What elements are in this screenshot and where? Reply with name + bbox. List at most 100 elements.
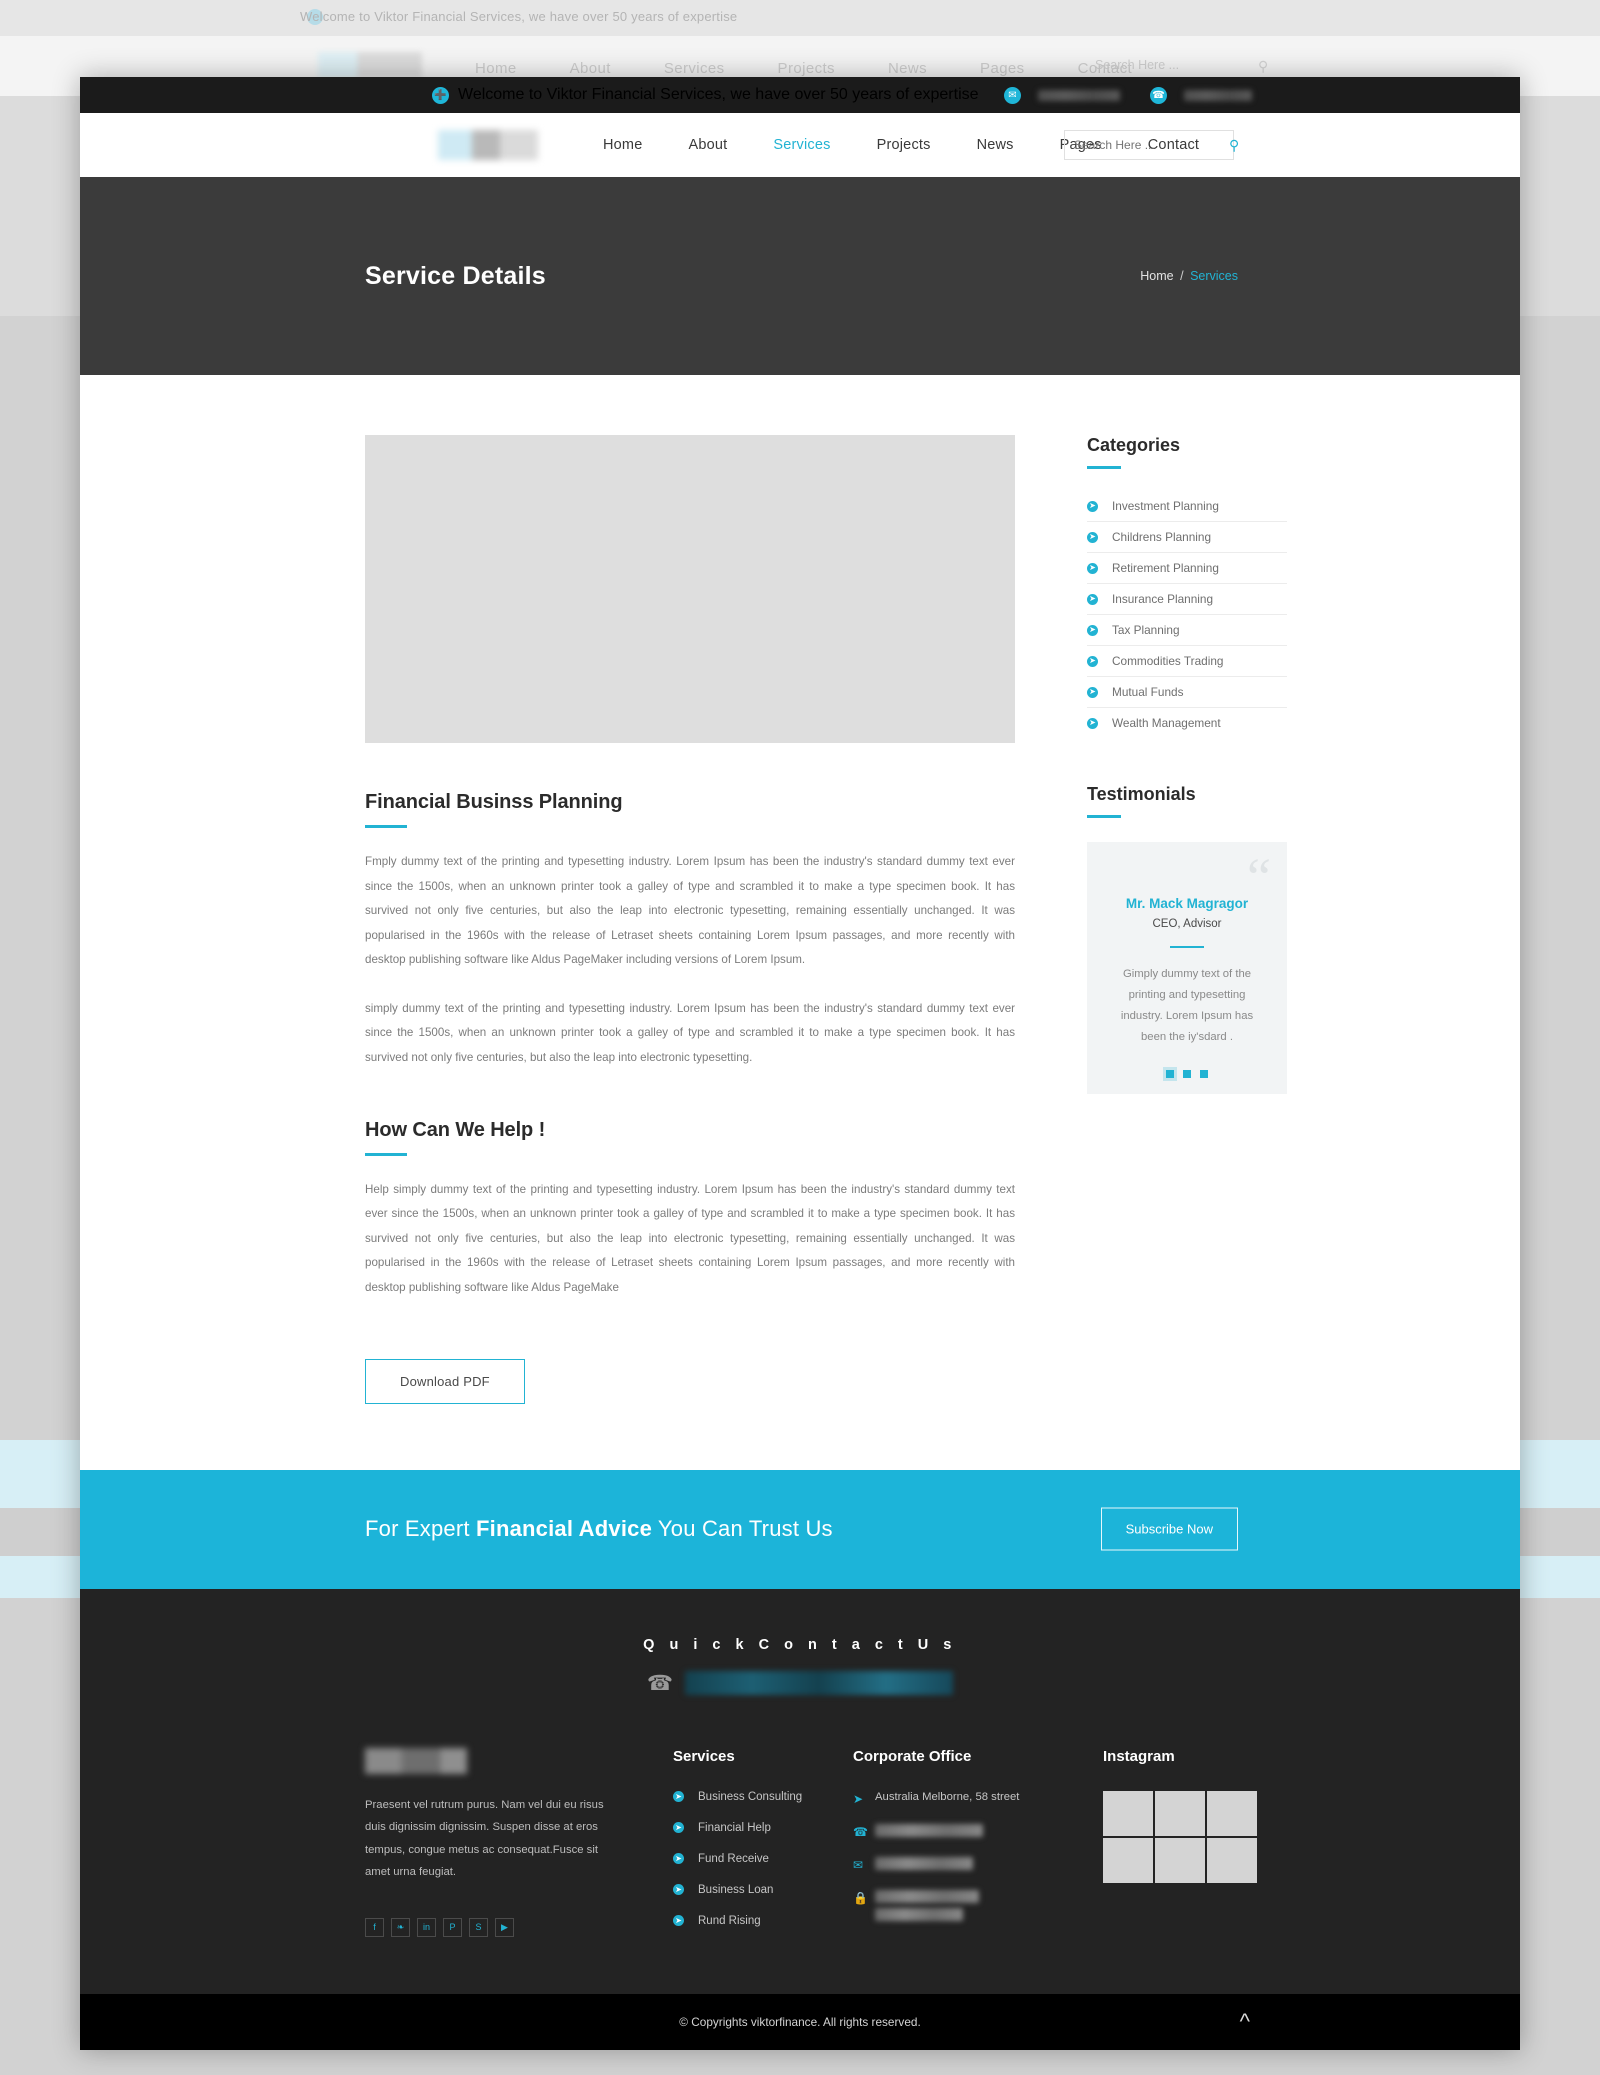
footer-service-item-fund-receive[interactable]: ➤ Fund Receive	[673, 1853, 851, 1865]
ghost-search-icon: ⚲	[1258, 58, 1269, 74]
footer-about-column: Praesent vel rutrum purus. Nam vel dui e…	[365, 1747, 623, 1937]
twitter-icon[interactable]: ❧	[391, 1917, 410, 1937]
footer-service-item-financial-help[interactable]: ➤ Financial Help	[673, 1822, 851, 1834]
instagram-grid	[1103, 1790, 1313, 1883]
nav-item-news[interactable]: News	[954, 137, 1037, 153]
arrow-circle-icon: ➤	[1087, 655, 1098, 667]
instagram-thumb[interactable]	[1207, 1790, 1257, 1836]
category-label: Investment Planning	[1112, 499, 1219, 513]
skype-icon[interactable]: S	[469, 1917, 488, 1937]
download-pdf-button[interactable]: Download PDF	[365, 1358, 525, 1404]
office-email-row[interactable]: ✉	[853, 1856, 1071, 1872]
topbar-message: Welcome to Viktor Financial Services, we…	[458, 86, 979, 103]
arrow-circle-icon: ➤	[673, 1915, 684, 1927]
site-logo[interactable]	[438, 130, 538, 160]
quote-icon: “	[1247, 847, 1271, 907]
site-header: Home About Services Projects News Pages …	[80, 113, 1520, 177]
breadcrumb-home[interactable]: Home	[1140, 269, 1173, 283]
category-label: Mutual Funds	[1112, 685, 1184, 699]
testimonial-dot-3[interactable]	[1200, 1069, 1208, 1078]
footer-office-title: Corporate Office	[853, 1747, 972, 1765]
instagram-thumb[interactable]	[1103, 1790, 1153, 1836]
cta-text-pre: For Expert	[365, 1516, 477, 1542]
page-hero: Service Details Home / Services	[80, 177, 1520, 375]
footer-logo[interactable]	[365, 1747, 467, 1774]
ghost-topbar: Welcome to Viktor Financial Services, we…	[0, 0, 1600, 36]
footer-office-column: Corporate Office ➤ Australia Melborne, 5…	[853, 1748, 1071, 1939]
instagram-thumb[interactable]	[1207, 1837, 1257, 1883]
search-box[interactable]: ⚲	[1064, 130, 1239, 160]
topbar-phone[interactable]: ☎	[1150, 86, 1252, 104]
instagram-thumb[interactable]	[1103, 1837, 1153, 1883]
cta-headline: For Expert Financial Advice You Can Trus…	[365, 1516, 833, 1542]
testimonial-dot-2[interactable]	[1183, 1069, 1191, 1078]
chevron-up-icon[interactable]: ^	[1240, 2010, 1250, 2033]
category-item-mutual-funds[interactable]: ➤ Mutual Funds	[1087, 677, 1287, 708]
footer-service-item-business-consulting[interactable]: ➤ Business Consulting	[673, 1791, 851, 1803]
copyright-text: © Copyrights viktorfinance. All rights r…	[679, 2014, 921, 2029]
plus-circle-icon: ➕	[432, 86, 449, 104]
nav-item-about[interactable]: About	[665, 137, 750, 153]
ghost-nav-item: Pages	[980, 60, 1025, 77]
quick-contact-phone[interactable]: ☎	[80, 1671, 1520, 1696]
nav-item-services[interactable]: Services	[750, 137, 853, 153]
testimonial-pagination	[1109, 1069, 1265, 1078]
category-item-wealth-management[interactable]: ➤ Wealth Management	[1087, 708, 1287, 738]
top-utility-bar: ➕ Welcome to Viktor Financial Services, …	[80, 77, 1520, 113]
arrow-circle-icon: ➤	[673, 1822, 684, 1834]
linkedin-icon[interactable]: in	[417, 1917, 436, 1937]
instagram-thumb[interactable]	[1155, 1790, 1205, 1836]
footer-service-label: Business Loan	[698, 1883, 774, 1896]
pinterest-icon[interactable]: P	[443, 1917, 462, 1937]
website-page: ➕ Welcome to Viktor Financial Services, …	[80, 77, 1520, 2050]
footer-service-label: Rund Rising	[698, 1914, 761, 1927]
phone-icon: ☎	[853, 1824, 868, 1839]
cta-band: For Expert Financial Advice You Can Trus…	[80, 1469, 1520, 1589]
office-website	[875, 1889, 979, 1903]
category-label: Retirement Planning	[1112, 561, 1219, 575]
facebook-icon[interactable]: f	[365, 1917, 384, 1937]
phone-icon: ☎	[646, 1671, 674, 1695]
footer-instagram-title: Instagram	[1103, 1747, 1175, 1765]
footer-service-item-business-loan[interactable]: ➤ Business Loan	[673, 1884, 851, 1896]
nav-item-home[interactable]: Home	[580, 137, 665, 153]
search-icon[interactable]: ⚲	[1229, 137, 1239, 154]
search-input[interactable]	[1074, 138, 1229, 152]
footer-service-label: Fund Receive	[698, 1852, 769, 1865]
subscribe-now-button[interactable]: Subscribe Now	[1100, 1507, 1238, 1551]
breadcrumb-separator: /	[1180, 269, 1184, 283]
footer-columns: Praesent vel rutrum purus. Nam vel dui e…	[80, 1696, 1520, 1994]
category-item-retirement-planning[interactable]: ➤ Retirement Planning	[1087, 553, 1287, 584]
cta-text-bold: Financial Advice	[476, 1516, 653, 1542]
categories-list: ➤ Investment Planning ➤ Childrens Planning…	[1087, 491, 1287, 738]
category-item-tax-planning[interactable]: ➤ Tax Planning	[1087, 615, 1287, 646]
office-website-row[interactable]: 🔒	[853, 1889, 1071, 1921]
testimonial-role: CEO, Advisor	[1152, 918, 1222, 930]
sidebar-categories-title: Categories	[1087, 435, 1181, 455]
service-feature-image	[365, 435, 1015, 743]
ghost-nav-item: Home	[475, 60, 517, 77]
youtube-icon[interactable]: ▶	[495, 1917, 514, 1937]
section-heading-how-can-we-help: How Can We Help !	[365, 1118, 546, 1141]
category-item-commodities-trading[interactable]: ➤ Commodities Trading	[1087, 646, 1287, 677]
topbar-email-value	[1038, 89, 1120, 101]
category-item-insurance-planning[interactable]: ➤ Insurance Planning	[1087, 584, 1287, 615]
footer-services-column: Services ➤ Business Consulting ➤ Financial…	[673, 1748, 851, 1946]
office-phone-row[interactable]: ☎	[853, 1823, 1071, 1839]
category-item-childrens-planning[interactable]: ➤ Childrens Planning	[1087, 522, 1287, 553]
testimonial-dot-1[interactable]	[1166, 1069, 1174, 1078]
topbar-email[interactable]: ✉	[1004, 86, 1120, 104]
instagram-thumb[interactable]	[1155, 1837, 1205, 1883]
quick-contact-title: Q u i c k C o n t a c t U s	[643, 1636, 957, 1653]
category-label: Commodities Trading	[1112, 654, 1224, 668]
breadcrumb: Home / Services	[1140, 269, 1238, 283]
footer-description: Praesent vel rutrum purus. Nam vel dui e…	[365, 1798, 604, 1879]
category-item-investment-planning[interactable]: ➤ Investment Planning	[1087, 491, 1287, 522]
section-heading-financial-planning: Financial Businss Planning	[365, 791, 623, 813]
testimonial-text: Gimply dummy text of the printing and ty…	[1120, 968, 1254, 1043]
nav-item-projects[interactable]: Projects	[854, 137, 954, 153]
arrow-circle-icon: ➤	[1087, 500, 1098, 512]
footer-service-item-rund-rising[interactable]: ➤ Rund Rising	[673, 1915, 851, 1927]
breadcrumb-current[interactable]: Services	[1190, 269, 1238, 283]
office-website-line2	[875, 1907, 963, 1921]
